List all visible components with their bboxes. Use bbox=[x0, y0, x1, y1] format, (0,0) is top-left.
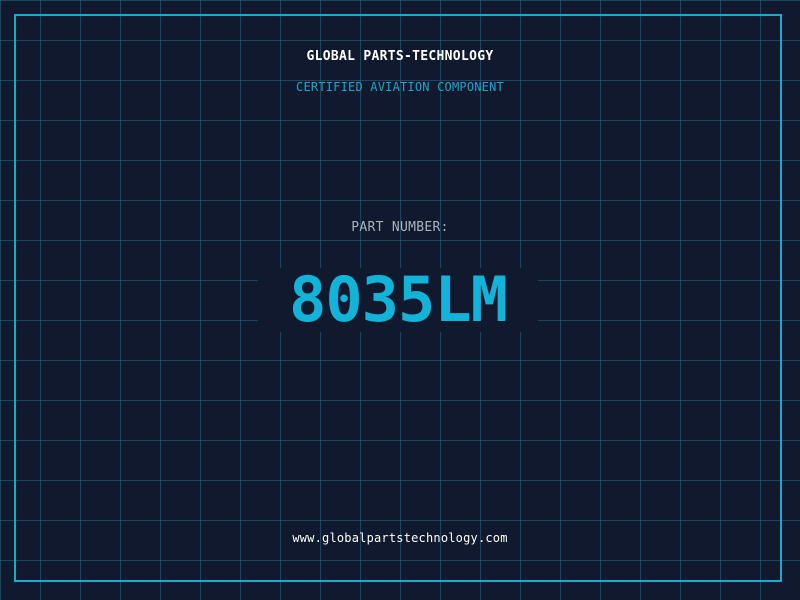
part-number-label: PART NUMBER: bbox=[351, 220, 449, 235]
company-name: GLOBAL PARTS-TECHNOLOGY bbox=[306, 49, 494, 64]
part-card: GLOBAL PARTS-TECHNOLOGY CERTIFIED AVIATI… bbox=[0, 0, 800, 600]
website-url: www.globalpartstechnology.com bbox=[292, 531, 508, 545]
part-number-panel: 8035LM bbox=[258, 268, 538, 332]
part-number-value: 8035LM bbox=[289, 263, 508, 336]
certification-subtitle: CERTIFIED AVIATION COMPONENT bbox=[296, 80, 504, 94]
